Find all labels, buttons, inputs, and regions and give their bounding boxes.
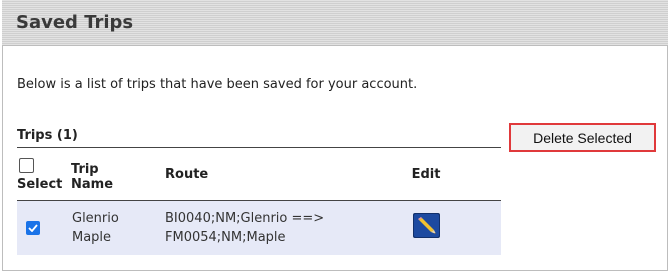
pencil-icon[interactable]	[412, 213, 440, 239]
route-line1: BI0040;NM;Glenrio ==>	[165, 210, 325, 226]
trips-table: Select Trip Name Route Edit Glenrio Mapl…	[17, 147, 501, 255]
trip-name-line1: Glenrio	[72, 210, 119, 226]
column-header-trip-name-line2: Name	[71, 177, 114, 192]
column-header-select: Select	[17, 147, 71, 201]
table-header-row: Select Trip Name Route Edit	[17, 147, 501, 201]
delete-selected-button[interactable]: Delete Selected	[509, 123, 656, 152]
row-select-checkbox[interactable]	[26, 220, 40, 235]
check-icon	[28, 224, 38, 232]
edit-cell	[351, 201, 501, 255]
route-line2: FM0054;NM;Maple	[165, 229, 286, 245]
intro-text: Below is a list of trips that have been …	[17, 77, 418, 92]
table-row: Glenrio Maple BI0040;NM;Glenrio ==> FM00…	[17, 200, 501, 255]
row-select-cell	[17, 201, 71, 255]
column-header-trip-name-line1: Trip	[71, 162, 99, 177]
column-header-route: Route	[149, 147, 351, 201]
column-header-edit: Edit	[351, 147, 501, 201]
column-header-trip-name: Trip Name	[71, 147, 149, 201]
trips-table-wrap: Select Trip Name Route Edit Glenrio Mapl…	[17, 147, 501, 255]
trip-name-cell: Glenrio Maple	[71, 201, 149, 255]
trips-count-label: Trips (1)	[17, 128, 78, 143]
title-bar: Saved Trips	[2, 0, 668, 46]
column-header-select-label: Select	[17, 177, 63, 192]
trip-name-line2: Maple	[72, 229, 112, 245]
select-all-checkbox[interactable]	[19, 158, 34, 173]
page-title: Saved Trips	[16, 12, 134, 33]
route-cell: BI0040;NM;Glenrio ==> FM0054;NM;Maple	[149, 201, 351, 255]
